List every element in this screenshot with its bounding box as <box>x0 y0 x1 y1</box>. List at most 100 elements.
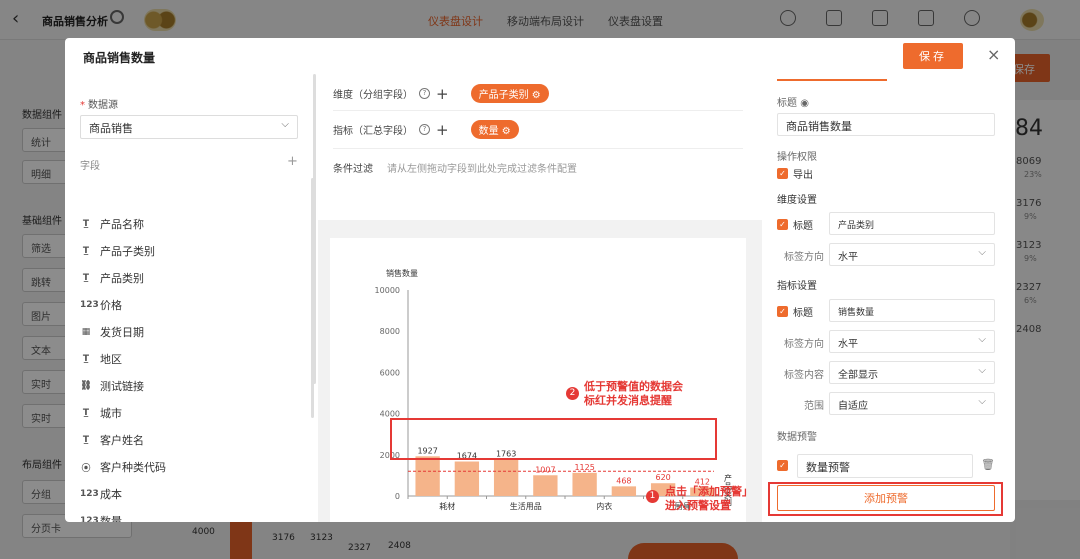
bar <box>493 459 519 496</box>
text-field-icon: T̲ <box>82 219 90 229</box>
metric-title-input[interactable]: 销售数量 <box>829 299 995 322</box>
filter-label: 条件过滤 <box>333 164 373 175</box>
fields-label: 字段 <box>80 161 100 172</box>
code-icon: ⦿ <box>81 463 91 474</box>
data-label: 620 <box>655 473 670 482</box>
bar <box>572 472 597 496</box>
text-field-icon: T̲ <box>82 435 90 445</box>
field-label: 发货日期 <box>100 326 144 339</box>
label-content-label: 标签内容 <box>784 370 824 381</box>
metric-direction-select[interactable]: 水平 ⌵ <box>829 330 995 353</box>
title-input[interactable]: 商品销售数量 <box>777 113 995 136</box>
field-item[interactable]: 123 数量 <box>80 511 122 522</box>
metric-row: 指标（汇总字段） ? + 数量 ⚙ <box>333 120 519 139</box>
bar <box>533 475 558 496</box>
field-item[interactable]: ▦ 发货日期 <box>80 322 144 342</box>
chevron-down-icon: ⌵ <box>978 396 986 407</box>
chevron-down-icon: ⌵ <box>281 119 289 130</box>
x-tick-label: 生活用品 <box>510 501 542 511</box>
datasource-select[interactable]: 商品销售 ⌵ <box>80 115 298 139</box>
metric-pill[interactable]: 数量 ⚙ <box>470 120 519 139</box>
data-warning-label: 数据预警 <box>777 432 817 443</box>
annotation-text-1: 点击「添加预警」 进入预警设置 <box>665 485 753 512</box>
range-label: 范围 <box>804 401 824 412</box>
add-field-icon[interactable]: + <box>287 154 298 169</box>
dimension-title-input[interactable]: 产品类别 <box>829 212 995 235</box>
field-item[interactable]: T̲ 产品类别 <box>80 268 144 288</box>
label-direction-label: 标签方向 <box>784 252 824 263</box>
export-checkbox[interactable]: ✓ 导出 <box>777 166 813 181</box>
eye-icon[interactable]: ◉ <box>800 98 809 109</box>
divider <box>333 110 743 111</box>
chevron-down-icon: ⌵ <box>978 365 986 376</box>
field-label: 数量 <box>100 515 122 522</box>
field-item[interactable]: T̲ 产品子类别 <box>80 241 155 261</box>
help-icon[interactable]: ? <box>419 88 430 99</box>
field-item[interactable]: T̲ 客户姓名 <box>80 430 144 450</box>
number-field-icon: 123 <box>80 489 99 499</box>
field-label: 城市 <box>100 407 122 420</box>
dimension-pill[interactable]: 产品子类别 ⚙ <box>470 84 549 103</box>
field-item[interactable]: ⛓ 测试链接 <box>80 376 144 396</box>
save-button[interactable]: 保存 <box>903 43 963 69</box>
warning-highlight-box <box>390 418 717 460</box>
bar <box>415 456 440 496</box>
y-tick-label: 6000 <box>380 368 400 377</box>
y-tick-label: 10000 <box>375 286 400 295</box>
chevron-down-icon: ⌵ <box>978 334 986 345</box>
number-field-icon: 123 <box>80 516 99 522</box>
add-dimension-icon[interactable]: + <box>436 85 449 103</box>
add-metric-icon[interactable]: + <box>436 121 449 139</box>
trash-icon[interactable]: 🗑 <box>981 458 995 471</box>
field-label: 产品类别 <box>100 272 144 285</box>
text-field-icon: T̲ <box>82 246 90 256</box>
annotation-number-1: 1 <box>646 490 659 503</box>
property-scrollbar[interactable] <box>311 178 314 418</box>
calendar-icon: ▦ <box>81 327 91 337</box>
y-axis-title: 销售数量 <box>386 268 418 278</box>
filter-hint[interactable]: 请从左侧拖动字段到此处完成过滤条件配置 <box>387 160 577 175</box>
field-label: 客户姓名 <box>100 434 144 447</box>
field-label: 产品子类别 <box>100 245 155 258</box>
data-label: 1125 <box>574 463 594 472</box>
field-panel: * 数据源 商品销售 ⌵ 字段 + T̲ 产品名称 T̲ 产品子类别 T̲ 产品类别 123 价… <box>65 74 315 522</box>
dimension-title-checkbox[interactable]: ✓ 标题 <box>777 217 813 232</box>
number-field-icon: 123 <box>80 300 99 310</box>
dimension-label: 维度（分组字段） <box>333 90 413 101</box>
active-tab-indicator <box>777 79 887 81</box>
chart-preview-area: 销售数量 0 2000 4000 6000 8000 10000 1927 耗材 1674 1763… <box>318 220 762 522</box>
field-item[interactable]: 123 价格 <box>80 295 122 315</box>
text-field-icon: T̲ <box>82 354 90 364</box>
label-content-select[interactable]: 全部显示 ⌵ <box>829 361 995 384</box>
x-tick-label: 耗材 <box>439 501 455 511</box>
field-item[interactable]: T̲ 城市 <box>80 403 122 423</box>
annotation-text-2: 低于预警值的数据会 标红并发消息提醒 <box>584 380 683 407</box>
field-item[interactable]: 123 成本 <box>80 484 122 504</box>
label-direction-label: 标签方向 <box>784 339 824 350</box>
text-field-icon: T̲ <box>82 408 90 418</box>
field-item[interactable]: T̲ 地区 <box>80 349 122 369</box>
bar-chart: 销售数量02000400060008000100001927耗材1674 1763… <box>375 268 733 511</box>
y-tick-label: 8000 <box>380 327 400 336</box>
close-icon[interactable]: × <box>987 45 1000 64</box>
field-item[interactable]: ⦿ 客户种类代码 <box>80 457 166 477</box>
bar <box>454 461 480 496</box>
title-label: 标题 ◉ <box>777 98 809 109</box>
text-field-icon: T̲ <box>82 273 90 283</box>
range-select[interactable]: 自适应 ⌵ <box>829 392 995 415</box>
permission-label: 操作权限 <box>777 152 817 163</box>
dimension-direction-select[interactable]: 水平 ⌵ <box>829 243 995 266</box>
warning-checkbox[interactable]: ✓ <box>777 460 788 471</box>
dimension-row: 维度（分组字段） ? + 产品子类别 ⚙ <box>333 84 549 103</box>
field-item[interactable]: T̲ 产品名称 <box>80 214 144 234</box>
link-icon: ⛓ <box>80 381 92 391</box>
y-tick-label: 0 <box>395 492 400 501</box>
field-label: 产品名称 <box>100 218 144 231</box>
metric-title-checkbox[interactable]: ✓ 标题 <box>777 304 813 319</box>
data-label: 468 <box>616 476 631 485</box>
help-icon[interactable]: ? <box>419 124 430 135</box>
annotation-number-2: 2 <box>566 387 579 400</box>
property-panel: 标题 ◉ 商品销售数量 操作权限 ✓ 导出 维度设置 ✓ 标题 产品类别 标签方向 … <box>762 74 1015 522</box>
warning-name-input[interactable]: 数量预警 <box>797 454 973 478</box>
modal-title: 商品销售数量 <box>83 51 156 65</box>
